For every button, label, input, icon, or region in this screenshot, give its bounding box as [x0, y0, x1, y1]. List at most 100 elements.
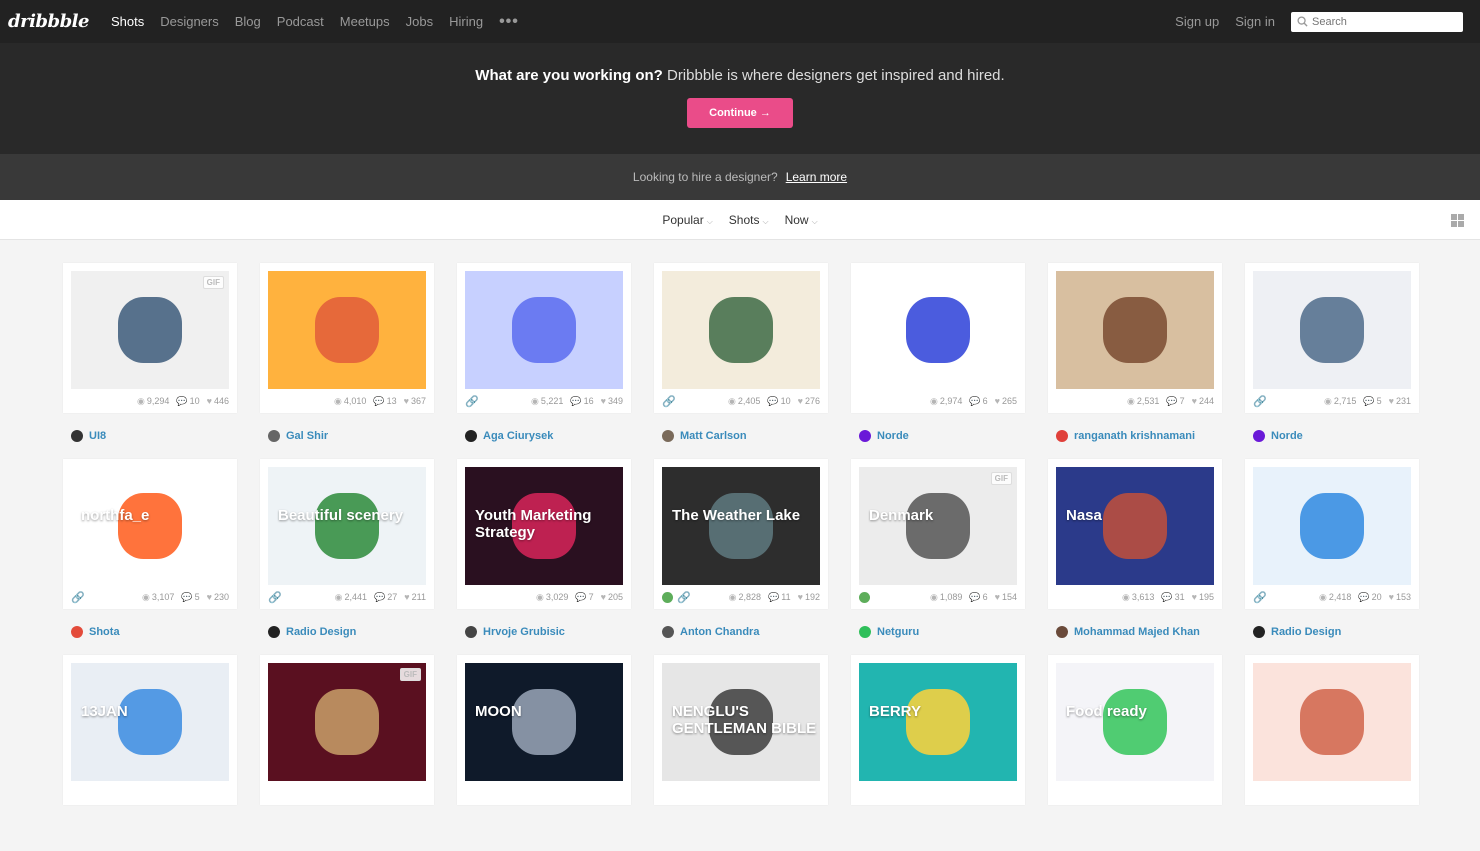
avatar[interactable] [859, 430, 871, 442]
shot-thumbnail[interactable] [465, 271, 623, 389]
author-name[interactable]: Hrvoje Grubisic [483, 626, 565, 638]
shot-thumbnail[interactable] [1253, 467, 1411, 585]
shot-thumbnail[interactable]: Youth Marketing Strategy [465, 467, 623, 585]
shot-card[interactable]: Denmark GIF ◉ 1,089 💬 6 ♥ 154 [851, 459, 1025, 609]
link-icon[interactable]: 🔗 [1253, 591, 1267, 604]
likes-count[interactable]: ♥ 192 [798, 592, 820, 602]
link-icon[interactable]: 🔗 [677, 591, 691, 604]
shot-card[interactable]: NENGLU'S GENTLEMAN BIBLE [654, 655, 828, 805]
dribbble-logo[interactable]: dribbble [8, 11, 89, 32]
shot-author[interactable]: Radio Design [1245, 609, 1419, 655]
popular-filter[interactable]: Popular ⌵ [662, 213, 712, 227]
shot-card[interactable] [1245, 655, 1419, 805]
shot-thumbnail[interactable] [859, 271, 1017, 389]
link-icon[interactable]: 🔗 [1253, 395, 1267, 408]
shot-card[interactable]: Youth Marketing Strategy ◉ 3,029 💬 7 ♥ 205 [457, 459, 631, 609]
nav-link-blog[interactable]: Blog [235, 14, 261, 29]
author-name[interactable]: Shota [89, 626, 120, 638]
likes-count[interactable]: ♥ 276 [798, 396, 820, 406]
likes-count[interactable]: ♥ 153 [1389, 592, 1411, 602]
likes-count[interactable]: ♥ 205 [601, 592, 623, 602]
shot-thumbnail[interactable]: GIF [71, 271, 229, 389]
likes-count[interactable]: ♥ 446 [207, 396, 229, 406]
shot-author[interactable]: Hrvoje Grubisic [457, 609, 631, 655]
shot-card[interactable]: BERRY [851, 655, 1025, 805]
shot-author[interactable]: Norde [851, 413, 1025, 459]
shot-author[interactable]: Matt Carlson [654, 413, 828, 459]
shot-thumbnail[interactable] [662, 271, 820, 389]
shot-author[interactable]: Shota [63, 609, 237, 655]
avatar[interactable] [71, 430, 83, 442]
search-box[interactable] [1291, 11, 1463, 32]
shot-card[interactable]: 🔗 ◉ 5,221 💬 16 ♥ 349 [457, 263, 631, 413]
nav-link-meetups[interactable]: Meetups [340, 14, 390, 29]
shot-thumbnail[interactable]: Nasa [1056, 467, 1214, 585]
likes-count[interactable]: ♥ 244 [1192, 396, 1214, 406]
author-name[interactable]: Mohammad Majed Khan [1074, 626, 1200, 638]
nav-link-jobs[interactable]: Jobs [406, 14, 433, 29]
rebound-icon[interactable] [662, 591, 673, 603]
avatar[interactable] [268, 430, 280, 442]
shot-author[interactable]: Mohammad Majed Khan [1048, 609, 1222, 655]
nav-link-podcast[interactable]: Podcast [277, 14, 324, 29]
avatar[interactable] [465, 430, 477, 442]
shot-card[interactable]: 🔗 ◉ 2,418 💬 20 ♥ 153 [1245, 459, 1419, 609]
shot-author[interactable]: UI8 [63, 413, 237, 459]
likes-count[interactable]: ♥ 265 [995, 396, 1017, 406]
likes-count[interactable]: ♥ 231 [1389, 396, 1411, 406]
author-name[interactable]: Norde [1271, 430, 1303, 442]
grid-view-icon[interactable] [1451, 214, 1464, 227]
link-icon[interactable]: 🔗 [662, 395, 676, 408]
likes-count[interactable]: ♥ 367 [404, 396, 426, 406]
shot-author[interactable]: Radio Design [260, 609, 434, 655]
author-name[interactable]: UI8 [89, 430, 106, 442]
nav-link-designers[interactable]: Designers [160, 14, 219, 29]
author-name[interactable]: Anton Chandra [680, 626, 759, 638]
avatar[interactable] [465, 626, 477, 638]
shot-thumbnail[interactable] [268, 271, 426, 389]
shot-author[interactable]: ranganath krishnamani [1048, 413, 1222, 459]
shot-card[interactable]: GIF [260, 655, 434, 805]
avatar[interactable] [1056, 626, 1068, 638]
shot-thumbnail[interactable]: MOON [465, 663, 623, 781]
learn-more-link[interactable]: Learn more [786, 170, 847, 184]
author-name[interactable]: Netguru [877, 626, 919, 638]
shot-thumbnail[interactable]: Food ready [1056, 663, 1214, 781]
shot-thumbnail[interactable]: 13JAN [71, 663, 229, 781]
author-name[interactable]: Aga Ciurysek [483, 430, 553, 442]
shot-card[interactable]: Food ready [1048, 655, 1222, 805]
likes-count[interactable]: ♥ 211 [404, 592, 426, 602]
shot-thumbnail[interactable]: The Weather Lake [662, 467, 820, 585]
avatar[interactable] [662, 430, 674, 442]
likes-count[interactable]: ♥ 154 [995, 592, 1017, 602]
shot-card[interactable]: GIF ◉ 9,294 💬 10 ♥ 446 [63, 263, 237, 413]
shot-thumbnail[interactable] [1253, 663, 1411, 781]
author-name[interactable]: Gal Shir [286, 430, 328, 442]
avatar[interactable] [859, 626, 871, 638]
shot-thumbnail[interactable]: Denmark GIF [859, 467, 1017, 585]
continue-button[interactable]: Continue → [687, 98, 793, 128]
author-name[interactable]: Radio Design [1271, 626, 1341, 638]
shot-card[interactable]: northfa_e 🔗 ◉ 3,107 💬 5 ♥ 230 [63, 459, 237, 609]
shot-thumbnail[interactable] [1056, 271, 1214, 389]
shot-author[interactable]: Gal Shir [260, 413, 434, 459]
link-icon[interactable]: 🔗 [268, 591, 282, 604]
time-filter[interactable]: Now ⌵ [785, 213, 818, 227]
shot-thumbnail[interactable]: Beautiful scenery [268, 467, 426, 585]
avatar[interactable] [1253, 430, 1265, 442]
shot-card[interactable]: Nasa ◉ 3,613 💬 31 ♥ 195 [1048, 459, 1222, 609]
link-icon[interactable]: 🔗 [71, 591, 85, 604]
shot-author[interactable]: Netguru [851, 609, 1025, 655]
shot-card[interactable]: MOON [457, 655, 631, 805]
shot-author[interactable]: Aga Ciurysek [457, 413, 631, 459]
nav-link-hiring[interactable]: Hiring [449, 14, 483, 29]
shot-card[interactable]: 🔗 ◉ 2,715 💬 5 ♥ 231 [1245, 263, 1419, 413]
shot-author[interactable]: Norde [1245, 413, 1419, 459]
shot-card[interactable]: ◉ 2,531 💬 7 ♥ 244 [1048, 263, 1222, 413]
shots-filter[interactable]: Shots ⌵ [729, 213, 769, 227]
author-name[interactable]: Matt Carlson [680, 430, 747, 442]
shot-thumbnail[interactable]: GIF [268, 663, 426, 781]
shot-thumbnail[interactable]: northfa_e [71, 467, 229, 585]
avatar[interactable] [662, 626, 674, 638]
author-name[interactable]: Radio Design [286, 626, 356, 638]
